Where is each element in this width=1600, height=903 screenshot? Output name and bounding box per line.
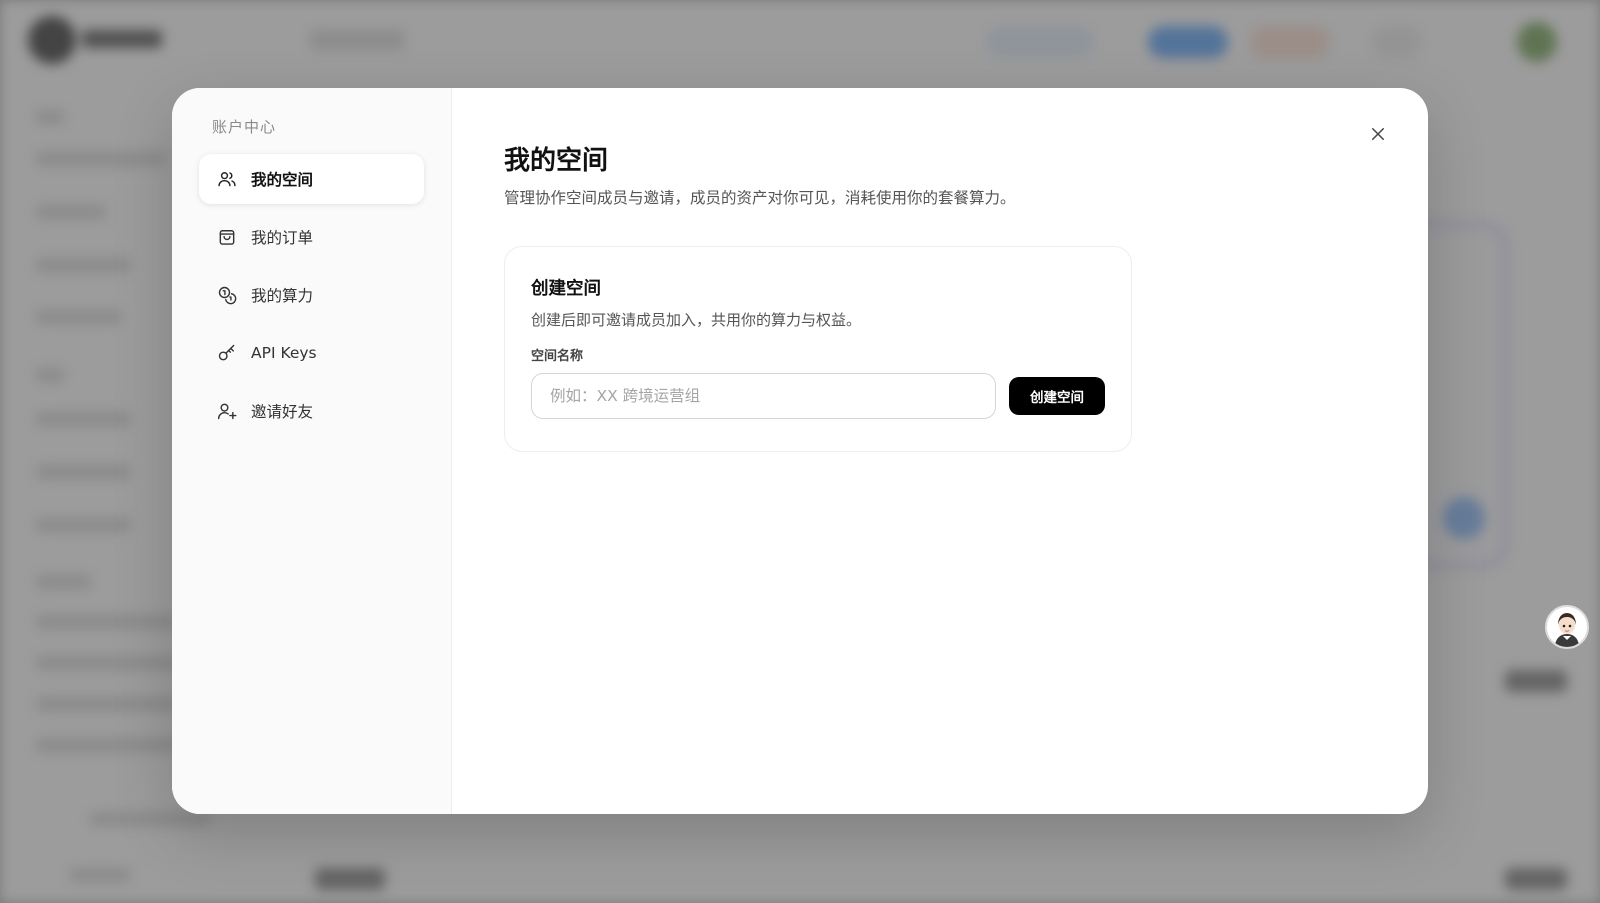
close-button[interactable] [1366,122,1390,146]
nav-item-my-space[interactable]: 我的空间 [199,154,424,204]
nav-item-label: 我的空间 [251,171,314,189]
key-icon [217,343,237,363]
users-icon [217,169,237,189]
nav-item-label: API Keys [251,344,317,362]
close-icon [1369,125,1387,143]
create-space-card: 创建空间 创建后即可邀请成员加入，共用你的算力与权益。 空间名称 创建空间 [504,246,1132,452]
user-plus-icon [217,401,237,421]
coins-icon [217,285,237,305]
shopping-bag-icon [217,227,237,247]
page-title: 我的空间 [504,146,609,176]
create-space-button[interactable]: 创建空间 [1009,377,1105,415]
nav-item-invite-friends[interactable]: 邀请好友 [199,386,424,436]
card-description: 创建后即可邀请成员加入，共用你的算力与权益。 [531,311,862,329]
nav-item-my-compute[interactable]: 我的算力 [199,270,424,320]
assistant-face-icon [1555,613,1579,647]
card-title: 创建空间 [531,279,601,299]
space-name-row: 创建空间 [531,373,1105,419]
assistant-avatar[interactable] [1545,605,1589,649]
modal-content: 我的空间 管理协作空间成员与邀请，成员的资产对你可见，消耗使用你的套餐算力。 创… [452,88,1428,814]
nav-item-label: 我的算力 [251,287,314,305]
space-name-input[interactable] [531,373,996,419]
space-name-label: 空间名称 [531,349,584,364]
nav-item-label: 我的订单 [251,229,314,247]
sidebar-heading: 账户中心 [212,118,277,136]
nav-item-api-keys[interactable]: API Keys [199,328,424,378]
nav-item-label: 邀请好友 [251,403,314,421]
account-sidebar: 账户中心 我的空间 我的订单 我的算力 API Keys 邀请好友 [172,88,452,814]
nav-item-my-orders[interactable]: 我的订单 [199,212,424,262]
account-center-modal: 账户中心 我的空间 我的订单 我的算力 API Keys 邀请好友 我的空间 管… [172,88,1428,814]
page-subtitle: 管理协作空间成员与邀请，成员的资产对你可见，消耗使用你的套餐算力。 [504,189,1016,207]
